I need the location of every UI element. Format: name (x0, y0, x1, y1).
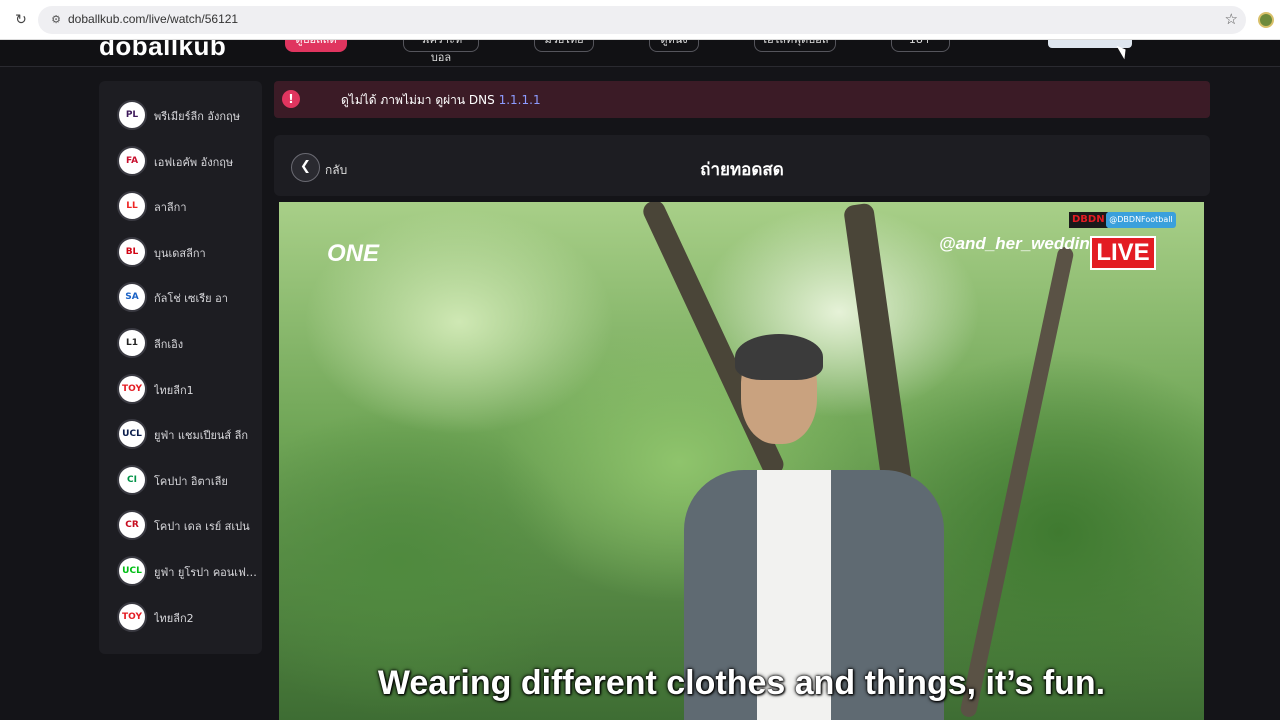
league-logo-text: TOY (122, 383, 142, 394)
league-logo-icon: FA (117, 145, 147, 176)
league-name: ไทยลีก2 (154, 611, 194, 625)
league-name: ลีกเอิง (154, 338, 184, 351)
league-logo-text: PL (125, 110, 139, 120)
dns-link[interactable]: 1.1.1.1 (499, 93, 541, 107)
nav-muaythai[interactable]: มวยไทย (534, 40, 594, 52)
league-name: เอฟเอคัพ อังกฤษ (154, 155, 234, 169)
sidebar-league-item[interactable]: TOY ไทยลีก2 (117, 600, 262, 634)
reload-icon[interactable]: ↻ (12, 11, 30, 29)
league-logo-icon: CR (117, 510, 147, 541)
dns-alert: ! ดูไม่ได้ ภาพไม่มา ดูผ่าน DNS 1.1.1.1 (274, 81, 1210, 118)
league-name: โคปปา อิตาเลีย (154, 474, 228, 488)
league-logo-icon: BL (117, 236, 147, 267)
league-logo-icon: UCL (117, 419, 147, 450)
league-logo-icon: UCL (117, 556, 147, 586)
league-logo-text: UCL (122, 566, 142, 576)
league-name: กัลโช่ เซเรีย อา (154, 292, 228, 306)
dbdn-text: DBDN (1072, 214, 1105, 225)
league-logo-icon: L1 (117, 328, 147, 358)
sidebar-league-item[interactable]: TOY ไทยลีก1 (117, 372, 262, 406)
page-title: ถ่ายทอดสด (700, 160, 784, 180)
browser-toolbar: ↻ ⚙ doballkub.com/live/watch/56121 ☆ (0, 0, 1280, 40)
league-logo-text: CI (127, 474, 137, 485)
sidebar-league-item[interactable]: CR โคปา เดล เรย์ สเปน (117, 508, 262, 542)
sidebar-league-item[interactable]: SA กัลโช่ เซเรีย อา (117, 280, 262, 314)
league-logo-text: L1 (126, 338, 138, 348)
sidebar-league-item[interactable]: L1 ลีกเอิง (117, 326, 262, 360)
league-name: โคปา เดล เรย์ สเปน (154, 520, 250, 534)
sidebar-league-item[interactable]: CI โคปปา อิตาเลีย (117, 463, 262, 497)
nav-movies[interactable]: ดูหนัง (649, 40, 699, 52)
league-logo-icon: TOY (117, 373, 147, 404)
page-titlebar: ❮ กลับ ถ่ายทอดสด (274, 135, 1210, 196)
league-logo-text: FA (125, 155, 139, 166)
person-hair (735, 334, 823, 380)
url-text[interactable]: doballkub.com/live/watch/56121 (68, 12, 238, 26)
league-name: พรีเมียร์ลีก อังกฤษ (154, 110, 240, 123)
league-logo-text: SA (125, 292, 139, 303)
site-header: doballkub ดูบอลสด วิเคราะห์บอล มวยไทย ดู… (0, 40, 1280, 67)
league-name: ยูฟ่า แชมเปียนส์ ลีก (154, 429, 249, 443)
league-logo-text: LL (126, 201, 138, 212)
nav-analysis[interactable]: วิเคราะห์บอล (403, 40, 479, 64)
live-badge: LIVE (1090, 236, 1156, 270)
league-name: ยูฟ่า ยูโรปา คอนเฟอเรนซ์ ลีก (154, 566, 262, 579)
league-sidebar: PL พรีเมียร์ลีก อังกฤษ FA เอฟเอคัพ อังกฤษ LL… (99, 81, 262, 654)
site-logo[interactable]: doballkub (99, 40, 226, 62)
league-logo-text: TOY (122, 611, 142, 622)
site-settings-icon[interactable]: ⚙ (48, 12, 64, 28)
league-logo-icon: PL (117, 100, 147, 130)
telegram-tag: @DBDNFootball (1106, 212, 1176, 228)
league-logo-icon: TOY (117, 601, 147, 632)
league-logo-icon: SA (117, 282, 147, 313)
nav-adult[interactable]: 18+ (891, 40, 950, 52)
league-logo-text: CR (125, 520, 139, 531)
league-logo-text: UCL (122, 429, 142, 440)
alert-message: ดูไม่ได้ ภาพไม่มา ดูผ่าน DNS 1.1.1.1 (341, 91, 541, 110)
nav-highlights[interactable]: ไฮไลท์ฟุตบอล (754, 40, 836, 52)
league-logo-icon: LL (117, 191, 147, 222)
profile-avatar[interactable] (1258, 12, 1274, 28)
video-subtitle: Wearing different clothes and things, it… (377, 664, 1106, 702)
league-name: บุนเดสลีกา (154, 246, 206, 260)
dbdn-logo: DBDN (1069, 212, 1108, 228)
league-name: ลาลีกา (154, 201, 187, 215)
league-logo-text: BL (125, 246, 139, 257)
tree-trunk (959, 245, 1075, 719)
league-name: ไทยลีก1 (154, 383, 194, 397)
video-handle: @and_her_weddin (939, 234, 1090, 253)
sidebar-league-item[interactable]: FA เอฟเอคัพ อังกฤษ (117, 144, 262, 178)
video-player[interactable]: ONE DBDN @DBDNFootball @and_her_weddin L… (279, 202, 1204, 720)
bookmark-star-icon[interactable]: ☆ (1225, 10, 1238, 28)
address-bar[interactable]: ⚙ doballkub.com/live/watch/56121 ☆ (38, 6, 1246, 34)
sidebar-league-item[interactable]: UCL ยูฟ่า แชมเปียนส์ ลีก (117, 417, 262, 451)
sidebar-league-item[interactable]: LL ลาลีกา (117, 189, 262, 223)
nav-live[interactable]: ดูบอลสด (285, 40, 347, 52)
alert-text: ดูไม่ได้ ภาพไม่มา ดูผ่าน DNS (341, 93, 495, 107)
sidebar-league-item[interactable]: PL พรีเมียร์ลีก อังกฤษ (117, 98, 262, 132)
exclamation-icon: ! (282, 90, 300, 108)
league-logo-icon: CI (117, 464, 147, 495)
sidebar-league-item[interactable]: UCL ยูฟ่า ยูโรปา คอนเฟอเรนซ์ ลีก (117, 554, 262, 588)
sidebar-league-item[interactable]: BL บุนเดสลีกา (117, 235, 262, 269)
one-championship-logo: ONE (327, 240, 380, 267)
